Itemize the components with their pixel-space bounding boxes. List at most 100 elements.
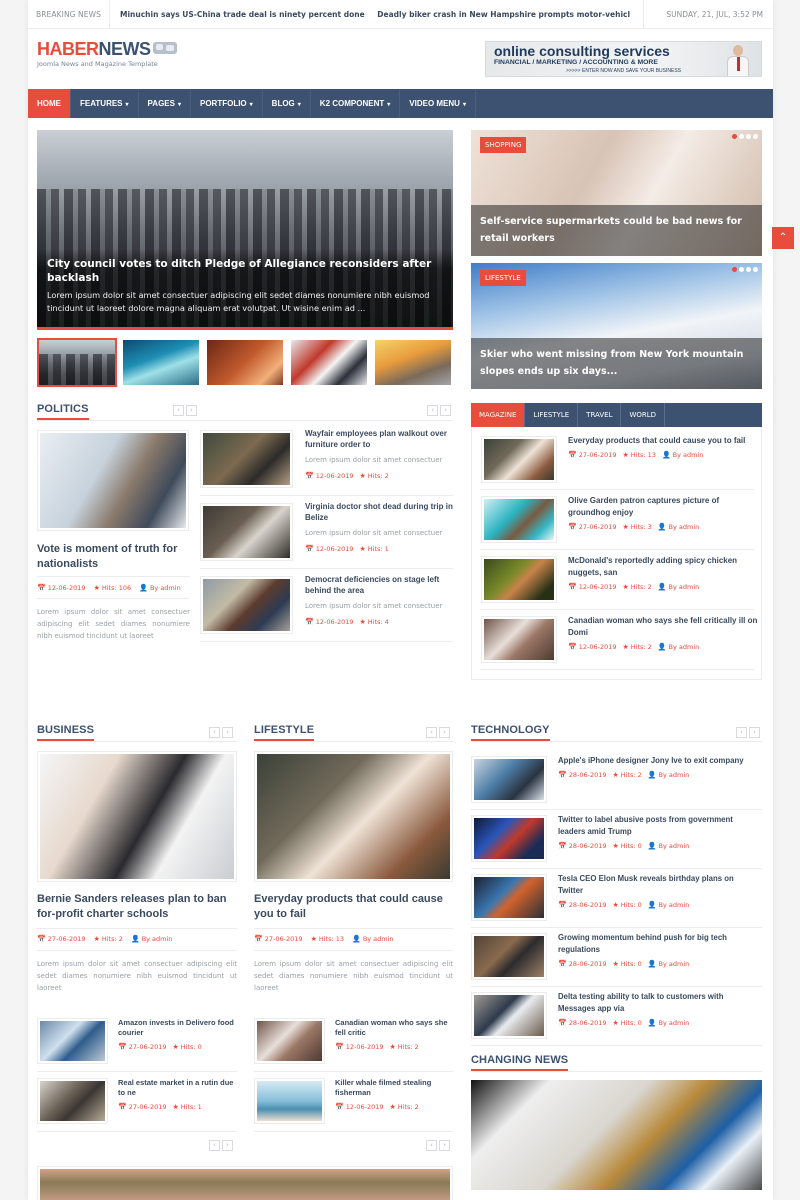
card-title[interactable]: Skier who went missing from New York mou… — [471, 338, 762, 389]
tab-lifestyle[interactable]: LIFESTYLE — [525, 403, 579, 427]
dot[interactable] — [739, 134, 744, 139]
prev-arrow-icon[interactable]: ‹ — [427, 405, 438, 416]
list-item-title[interactable]: Twitter to label abusive posts from gove… — [558, 814, 758, 838]
list-item-image[interactable] — [471, 874, 547, 921]
tab-travel[interactable]: TRAVEL — [578, 403, 622, 427]
thumbnail-skateboard[interactable] — [373, 338, 453, 387]
category-tag[interactable]: SHOPPING — [480, 137, 527, 153]
next-arrow-icon[interactable]: › — [186, 405, 197, 416]
prev-arrow-icon[interactable]: ‹ — [173, 405, 184, 416]
article-author[interactable]: By admin — [659, 901, 690, 909]
article-author[interactable]: By admin — [659, 842, 690, 850]
tab-magazine[interactable]: MAGAZINE — [471, 403, 526, 427]
list-item-image[interactable] — [481, 556, 557, 603]
dot[interactable] — [753, 134, 758, 139]
thumbnail-music[interactable] — [205, 338, 285, 387]
article-author[interactable]: By admin — [363, 935, 394, 943]
dot[interactable] — [746, 134, 751, 139]
nav-item-features[interactable]: FEATURES ▾ — [71, 89, 139, 118]
list-item-title[interactable]: Canadian woman who says she fell critic — [335, 1018, 453, 1038]
list-item-title[interactable]: Democrat deficiencies on stage left behi… — [305, 574, 455, 596]
category-tag[interactable]: LIFESTYLE — [480, 270, 526, 286]
dot[interactable] — [739, 267, 744, 272]
article-title[interactable]: Bernie Sanders releases plan to ban for-… — [37, 892, 237, 922]
list-item-title[interactable]: Wayfair employees plan walkout over furn… — [305, 428, 455, 450]
list-item-image[interactable] — [481, 616, 557, 663]
list-item-image[interactable] — [254, 1018, 325, 1064]
article-author[interactable]: By admin — [142, 935, 173, 943]
list-item-title[interactable]: McDonald's reportedly adding spicy chick… — [568, 555, 758, 579]
nav-item-portfolio[interactable]: PORTFOLIO ▾ — [191, 89, 263, 118]
article-title[interactable]: Vote is moment of truth for nationalists — [37, 542, 192, 571]
list-item-image[interactable] — [481, 436, 557, 483]
prev-arrow-icon[interactable]: ‹ — [209, 1140, 220, 1151]
feature-card-shopping[interactable]: SHOPPING Self-service supermarkets could… — [471, 130, 762, 256]
article-author[interactable]: By admin — [659, 1019, 690, 1027]
list-item-title[interactable]: Real estate market in a rutin due to ne — [118, 1078, 236, 1098]
nav-item-video-menu[interactable]: VIDEO MENU ▾ — [400, 89, 476, 118]
article-author[interactable]: By admin — [150, 584, 181, 592]
list-item-image[interactable] — [200, 430, 293, 488]
scroll-to-top-button[interactable]: ⌃ — [772, 227, 794, 249]
list-item-image[interactable] — [200, 503, 293, 561]
article-author[interactable]: By admin — [659, 960, 690, 968]
list-item-title[interactable]: Growing momentum behind push for big tec… — [558, 932, 758, 956]
lifestyle-main-image[interactable] — [254, 751, 453, 882]
list-item-image[interactable] — [481, 496, 557, 543]
next-arrow-icon[interactable]: › — [222, 727, 233, 738]
list-item-title[interactable]: Canadian woman who says she fell critica… — [568, 615, 758, 639]
list-item-image[interactable] — [200, 576, 293, 634]
dot[interactable] — [732, 134, 737, 139]
ticker-item[interactable]: Deadly biker crash in New Hampshire prom… — [377, 10, 630, 19]
article-author[interactable]: By admin — [659, 771, 690, 779]
nav-item-k2-component[interactable]: K2 COMPONENT ▾ — [311, 89, 401, 118]
hero-slide[interactable]: City council votes to ditch Pledge of Al… — [37, 130, 453, 330]
politics-main-image[interactable] — [37, 430, 189, 531]
ticker-item[interactable]: Minuchin says US-China trade deal is nin… — [120, 10, 365, 19]
banner-ad[interactable]: online consulting services FINANCIAL / M… — [485, 41, 762, 77]
business-main-image[interactable] — [37, 751, 237, 882]
list-item-title[interactable]: Killer whale filmed stealing fisherman — [335, 1078, 453, 1098]
feature-card-lifestyle[interactable]: LIFESTYLE Skier who went missing from Ne… — [471, 263, 762, 389]
dot[interactable] — [753, 267, 758, 272]
hero-title[interactable]: City council votes to ditch Pledge of Al… — [47, 257, 443, 285]
list-item-image[interactable] — [37, 1078, 108, 1124]
next-arrow-icon[interactable]: › — [749, 727, 760, 738]
prev-arrow-icon[interactable]: ‹ — [209, 727, 220, 738]
article-author[interactable]: By admin — [669, 523, 700, 531]
dot[interactable] — [732, 267, 737, 272]
thumbnail-ocean[interactable] — [121, 338, 201, 387]
card-title[interactable]: Self-service supermarkets could be bad n… — [471, 205, 762, 256]
list-item-image[interactable] — [471, 815, 547, 862]
list-item-title[interactable]: Olive Garden patron captures picture of … — [568, 495, 758, 519]
article-author[interactable]: By admin — [673, 451, 704, 459]
article-author[interactable]: By admin — [669, 643, 700, 651]
list-item-image[interactable] — [471, 756, 547, 803]
site-logo[interactable]: HABERNEWS Joomla News and Magazine Templ… — [37, 40, 177, 68]
next-arrow-icon[interactable]: › — [440, 405, 451, 416]
list-item-title[interactable]: Virginia doctor shot dead during trip in… — [305, 501, 455, 523]
nav-item-blog[interactable]: BLOG ▾ — [263, 89, 311, 118]
list-item-title[interactable]: Everyday products that could cause you t… — [568, 435, 758, 447]
list-item-image[interactable] — [471, 933, 547, 980]
list-item-title[interactable]: Apple's iPhone designer Jony Ive to exit… — [558, 755, 758, 767]
prev-arrow-icon[interactable]: ‹ — [426, 727, 437, 738]
list-item-image[interactable] — [37, 1018, 108, 1064]
featured-bottom-image[interactable] — [37, 1166, 453, 1200]
list-item-title[interactable]: Delta testing ability to talk to custome… — [558, 991, 758, 1015]
tab-world[interactable]: WORLD — [621, 403, 666, 427]
list-item-title[interactable]: Tesla CEO Elon Musk reveals birthday pla… — [558, 873, 758, 897]
dot[interactable] — [746, 267, 751, 272]
article-title[interactable]: Everyday products that could cause you t… — [254, 892, 453, 922]
thumbnail-sports[interactable] — [289, 338, 369, 387]
article-author[interactable]: By admin — [669, 583, 700, 591]
next-arrow-icon[interactable]: › — [439, 1140, 450, 1151]
thumbnail-city[interactable] — [37, 338, 117, 387]
next-arrow-icon[interactable]: › — [439, 727, 450, 738]
next-arrow-icon[interactable]: › — [222, 1140, 233, 1151]
prev-arrow-icon[interactable]: ‹ — [736, 727, 747, 738]
prev-arrow-icon[interactable]: ‹ — [426, 1140, 437, 1151]
list-item-title[interactable]: Amazon invests in Delivero food courier — [118, 1018, 236, 1038]
nav-item-home[interactable]: HOME — [28, 89, 71, 118]
list-item-image[interactable] — [471, 992, 547, 1039]
